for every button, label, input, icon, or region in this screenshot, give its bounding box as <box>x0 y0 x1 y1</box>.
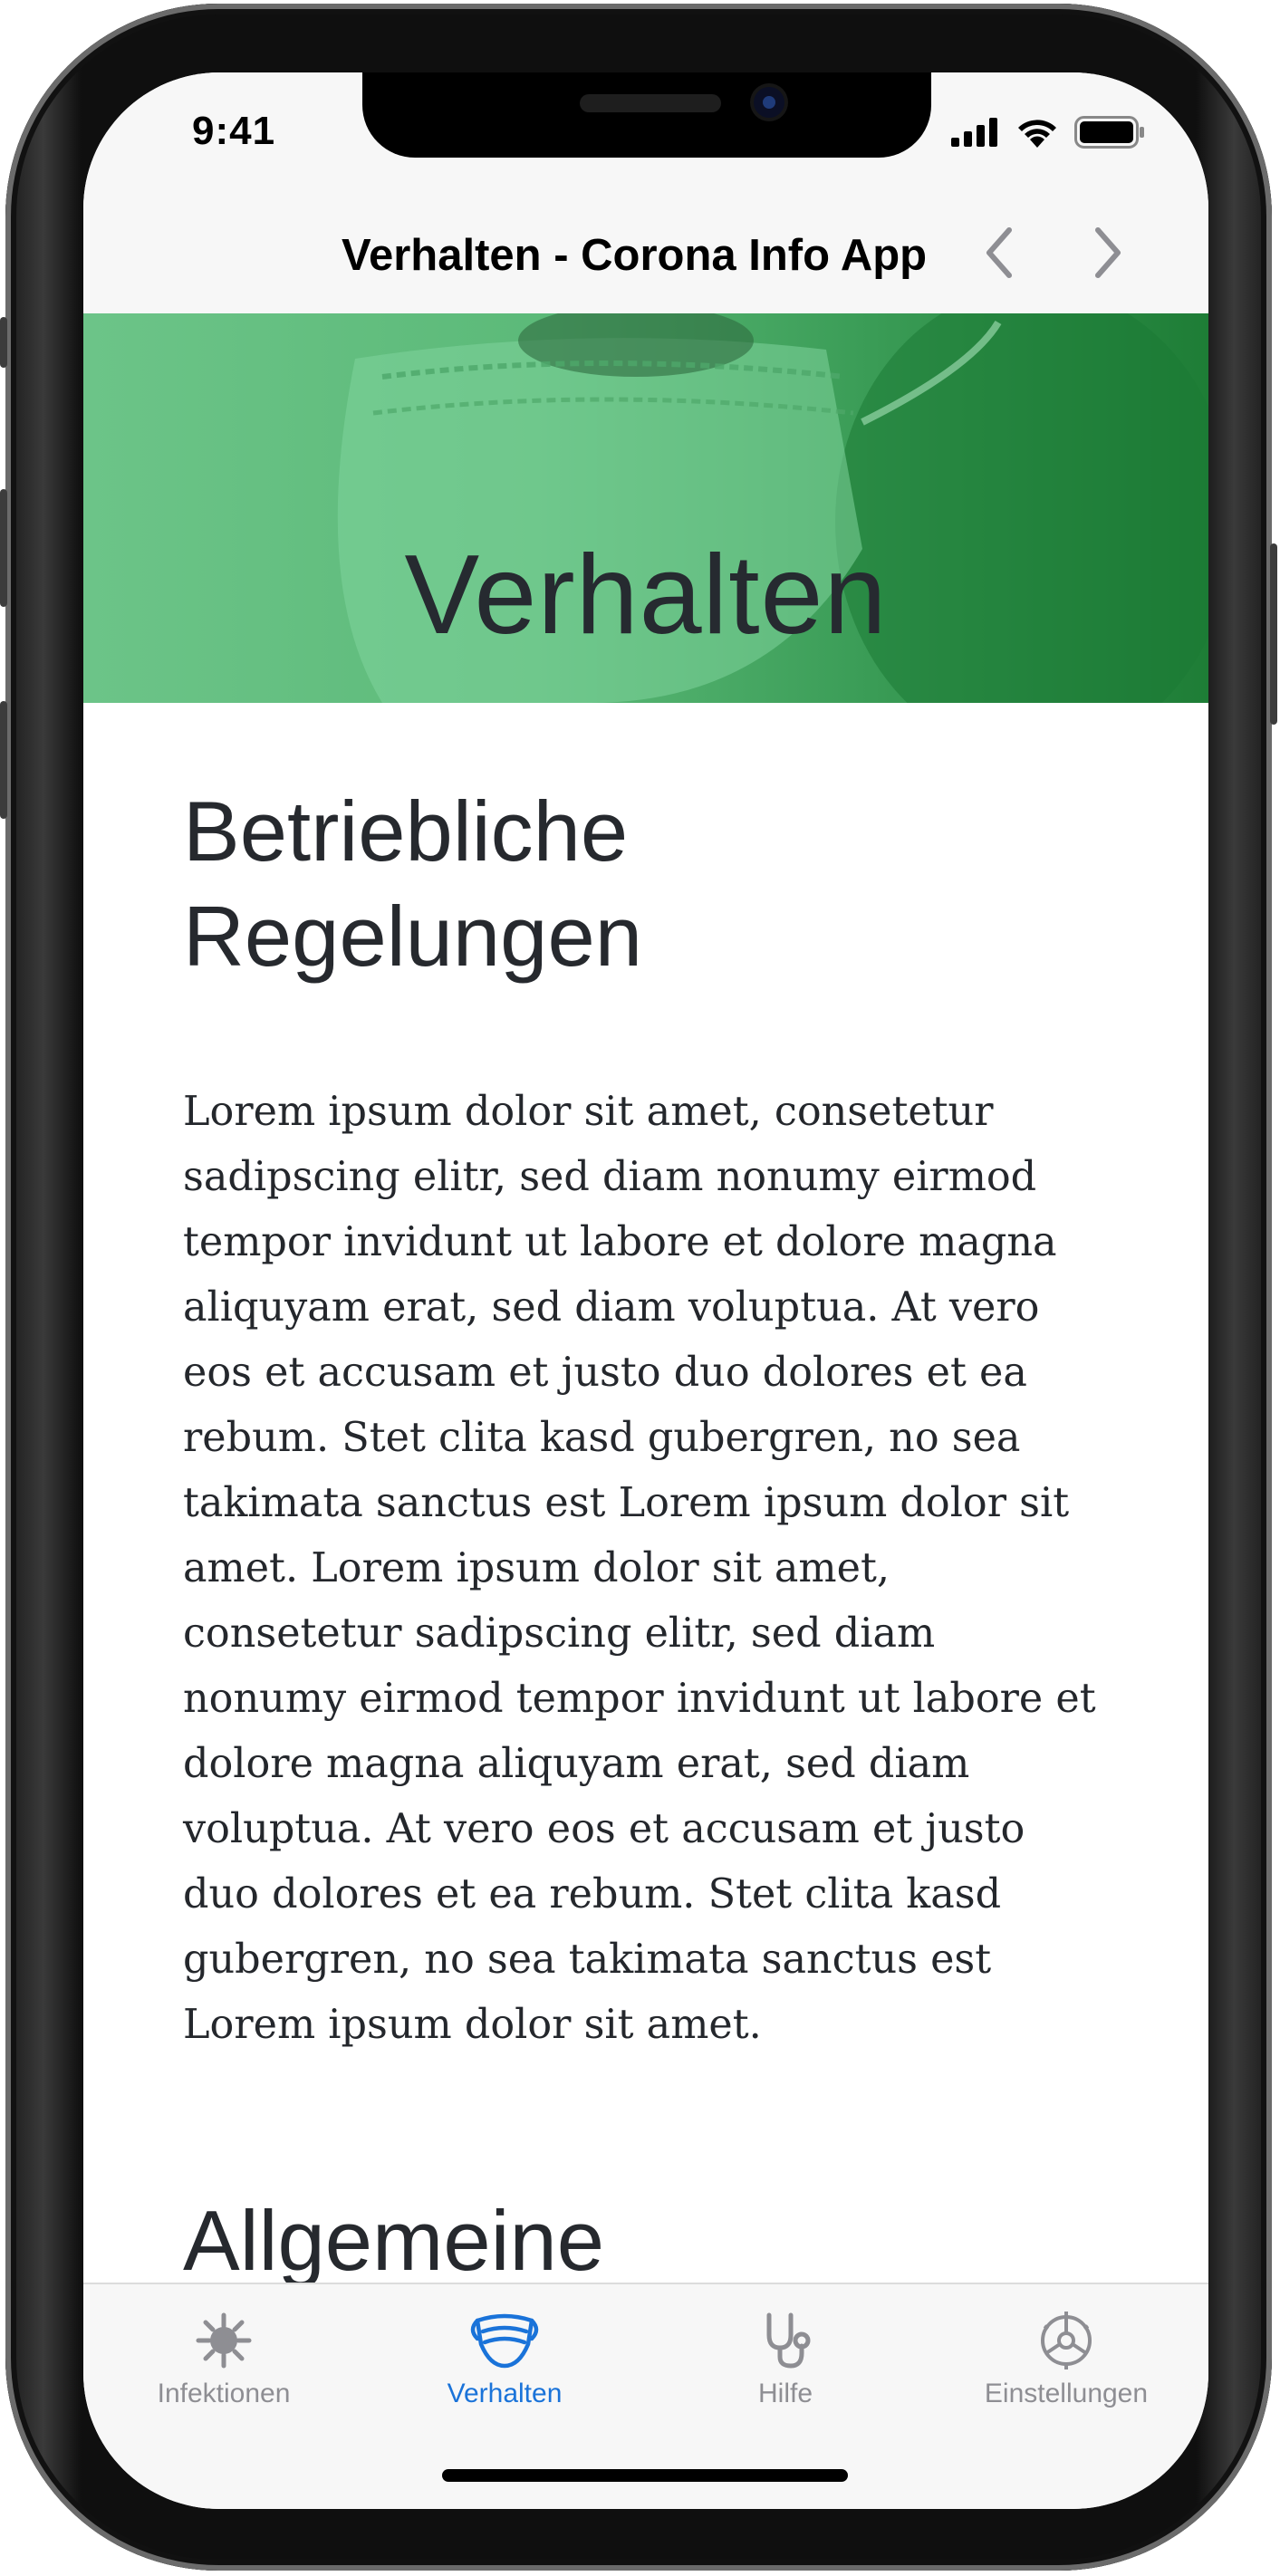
mask-icon <box>470 2313 539 2369</box>
screen: 9:41 Verhalten - Corona Info App Verhalt… <box>83 72 1208 2509</box>
chevron-right-icon[interactable] <box>1089 225 1127 281</box>
status-icons <box>951 116 1145 149</box>
banner-title: Verhalten <box>404 533 888 658</box>
signal-icon <box>951 118 997 147</box>
section-paragraph: Lorem ipsum dolor sit amet, consetetur s… <box>183 1089 1096 2048</box>
tab-infektionen[interactable]: Infektionen <box>83 2308 364 2417</box>
tab-label: Hilfe <box>757 2379 813 2408</box>
speaker <box>580 94 721 112</box>
front-camera <box>754 87 784 118</box>
volume-down-button <box>0 701 7 819</box>
hero-banner: Verhalten <box>83 313 1208 703</box>
stethoscope-icon <box>766 2312 811 2369</box>
silent-switch <box>0 317 7 368</box>
tab-label: Infektionen <box>157 2379 291 2408</box>
phone-frame: 9:41 Verhalten - Corona Info App Verhalt… <box>0 4 1277 2571</box>
section-heading: Betriebliche Regelungen <box>183 783 642 984</box>
notch <box>362 72 931 158</box>
chevron-left-icon[interactable] <box>980 225 1018 281</box>
gear-icon <box>1041 2312 1092 2369</box>
tab-hilfe[interactable]: Hilfe <box>645 2308 926 2417</box>
tab-einstellungen[interactable]: Einstellungen <box>926 2308 1207 2417</box>
tab-verhalten[interactable]: Verhalten <box>364 2308 645 2417</box>
virus-icon <box>196 2312 252 2369</box>
battery-icon <box>1074 116 1144 149</box>
page-title: Verhalten - Corona Info App <box>342 231 928 280</box>
section-heading-2: Allgemeine <box>183 2193 605 2288</box>
tab-label: Verhalten <box>447 2379 563 2408</box>
home-indicator[interactable] <box>442 2469 848 2482</box>
power-button <box>1270 543 1277 725</box>
content: Betriebliche Regelungen Lorem ipsum dolo… <box>183 779 1107 2058</box>
wifi-icon <box>1018 120 1056 148</box>
tab-label: Einstellungen <box>984 2379 1149 2408</box>
volume-up-button <box>0 489 7 607</box>
status-time: 9:41 <box>192 109 276 153</box>
